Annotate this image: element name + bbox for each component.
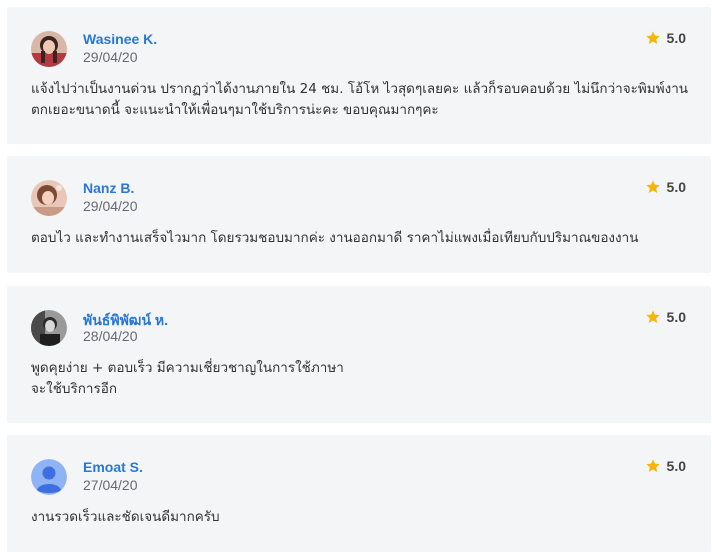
reviewer-name[interactable]: Emoat S. <box>83 459 143 475</box>
user-icon <box>31 459 67 495</box>
avatar[interactable] <box>31 180 67 216</box>
reviewer-name[interactable]: Nanz B. <box>83 180 134 196</box>
rating-value: 5.0 <box>666 309 686 325</box>
review-list: Wasinee K. 29/04/20 5.0 แจ้งไปว่าเป็นงาน… <box>0 0 712 552</box>
review-text-line: ตกเยอะขนาดนี้ จะแนะนำให้เพื่อนๆมาใช้บริก… <box>31 102 439 118</box>
review-card: Wasinee K. 29/04/20 5.0 แจ้งไปว่าเป็นงาน… <box>7 7 711 144</box>
review-card: Nanz B. 29/04/20 5.0 ตอบไว และทำงานเสร็จ… <box>7 156 711 273</box>
review-card: พันธ์พิพัฒน์ ห. 28/04/20 5.0 พูดคุยง่าย … <box>7 286 711 423</box>
review-text: พูดคุยง่าย + ตอบเร็ว มีความเชี่ยวชาญในกา… <box>31 358 687 400</box>
reviewer-name[interactable]: Wasinee K. <box>83 31 157 47</box>
rating: 5.0 <box>645 458 686 474</box>
review-text: แจ้งไปว่าเป็นงานด่วน ปรากฏว่าได้งานภายใน… <box>31 79 688 121</box>
rating: 5.0 <box>645 179 686 195</box>
review-card: Emoat S. 27/04/20 5.0 งานรวดเร็วและชัดเจ… <box>7 435 711 552</box>
review-date: 29/04/20 <box>83 198 138 214</box>
review-text: งานรวดเร็วและชัดเจนดีมากครับ <box>31 507 687 528</box>
review-text-line: งานรวดเร็วและชัดเจนดีมากครับ <box>31 509 220 525</box>
review-text: ตอบไว และทำงานเสร็จไวมาก โดยรวมชอบมากค่ะ… <box>31 228 687 249</box>
avatar[interactable] <box>31 310 67 346</box>
rating-value: 5.0 <box>666 179 686 195</box>
star-icon <box>645 459 660 472</box>
star-icon <box>645 180 660 193</box>
review-date: 28/04/20 <box>83 328 138 344</box>
rating-value: 5.0 <box>666 30 686 46</box>
review-text-line: ตอบไว และทำงานเสร็จไวมาก โดยรวมชอบมากค่ะ… <box>31 230 639 246</box>
avatar[interactable] <box>31 459 67 495</box>
review-text-line: แจ้งไปว่าเป็นงานด่วน ปรากฏว่าได้งานภายใน… <box>31 81 688 97</box>
review-text-line: จะใช้บริการอีก <box>31 381 118 397</box>
review-text-line: พูดคุยง่าย + ตอบเร็ว มีความเชี่ยวชาญในกา… <box>31 360 344 376</box>
rating: 5.0 <box>645 30 686 46</box>
avatar[interactable] <box>31 31 67 67</box>
star-icon <box>645 310 660 323</box>
rating-value: 5.0 <box>666 458 686 474</box>
star-icon <box>645 31 660 44</box>
rating: 5.0 <box>645 309 686 325</box>
review-date: 29/04/20 <box>83 49 138 65</box>
review-date: 27/04/20 <box>83 477 138 493</box>
